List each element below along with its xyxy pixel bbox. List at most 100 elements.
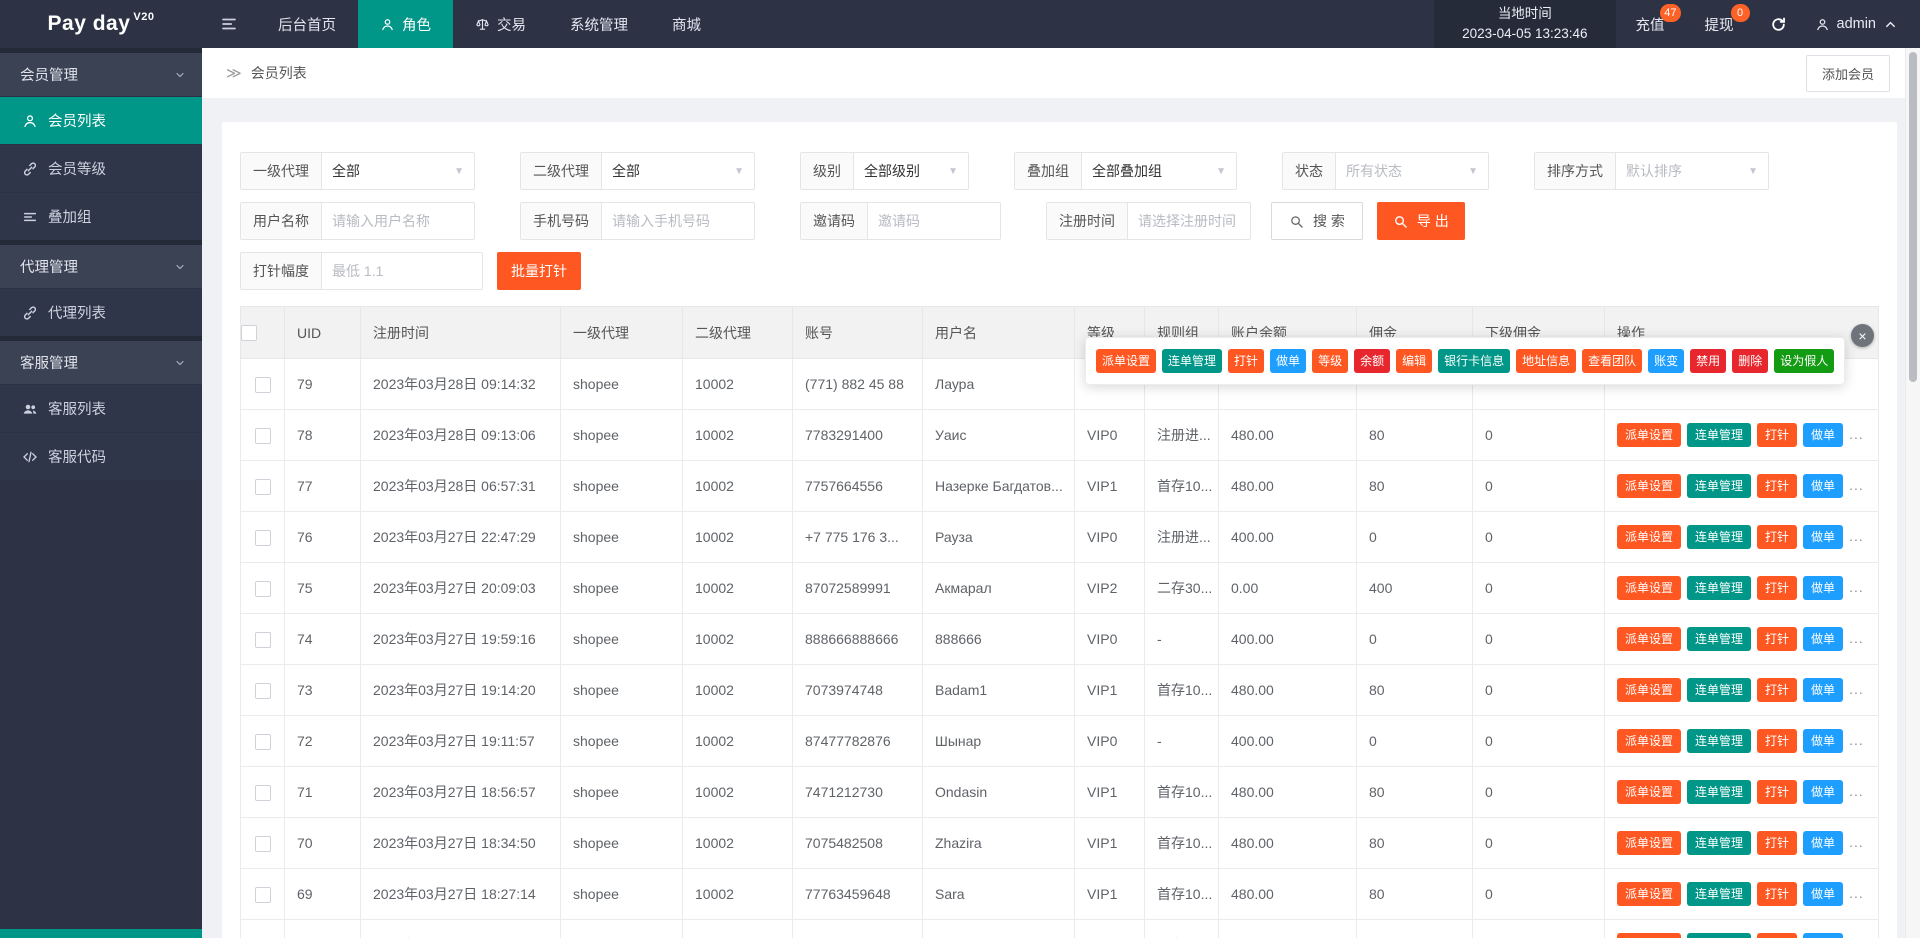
action-chain-orders-button[interactable]: 连单管理 [1687, 678, 1752, 702]
scrollbar-thumb[interactable] [1909, 52, 1917, 382]
action-dispatch-settings-button[interactable]: 派单设置 [1617, 678, 1682, 702]
action-chain-orders-button[interactable]: 连单管理 [1687, 474, 1752, 498]
action-make-order-button[interactable]: 做单 [1803, 627, 1844, 651]
phone-input[interactable] [602, 203, 754, 239]
sidebar-item-member-list[interactable]: 会员列表 [0, 96, 202, 144]
action-make-order-button[interactable]: 做单 [1803, 525, 1844, 549]
nav-item-home[interactable]: 后台首页 [256, 0, 358, 48]
action-make-order-button[interactable]: 做单 [1803, 474, 1844, 498]
sidebar-item-service-code[interactable]: 客服代码 [0, 432, 202, 480]
action-inject-button[interactable]: 打针 [1757, 474, 1798, 498]
popup-action-chain-orders-button[interactable]: 连单管理 [1162, 349, 1223, 373]
row-checkbox[interactable] [254, 835, 271, 852]
row-checkbox[interactable] [254, 682, 271, 699]
popup-action-inject-button[interactable]: 打针 [1228, 349, 1265, 373]
row-more-button[interactable]: ... [1849, 528, 1864, 544]
recharge-button[interactable]: 充值 47 [1616, 0, 1685, 48]
sidebar-collapse-button[interactable] [202, 0, 256, 48]
sidebar-item-agent-list[interactable]: 代理列表 [0, 288, 202, 336]
row-checkbox[interactable] [254, 529, 271, 546]
popup-action-view-team-button[interactable]: 查看团队 [1582, 349, 1643, 373]
action-dispatch-settings-button[interactable]: 派单设置 [1617, 933, 1682, 938]
row-more-button[interactable]: ... [1849, 477, 1864, 493]
action-chain-orders-button[interactable]: 连单管理 [1687, 729, 1752, 753]
popup-action-edit-button[interactable]: 编辑 [1396, 349, 1433, 373]
row-more-button[interactable]: ... [1849, 732, 1864, 748]
action-inject-button[interactable]: 打针 [1757, 831, 1798, 855]
row-more-button[interactable]: ... [1849, 885, 1864, 901]
search-button[interactable]: 搜 索 [1271, 202, 1363, 240]
nav-item-system[interactable]: 系统管理 [548, 0, 650, 48]
action-chain-orders-button[interactable]: 连单管理 [1687, 780, 1752, 804]
add-member-button[interactable]: 添加会员 [1805, 54, 1890, 92]
action-make-order-button[interactable]: 做单 [1803, 729, 1844, 753]
action-inject-button[interactable]: 打针 [1757, 729, 1798, 753]
batch-inject-button[interactable]: 批量打针 [497, 252, 581, 290]
sidebar-item-member-level[interactable]: 会员等级 [0, 144, 202, 192]
action-dispatch-settings-button[interactable]: 派单设置 [1617, 780, 1682, 804]
action-chain-orders-button[interactable]: 连单管理 [1687, 933, 1752, 938]
filter-status-select[interactable]: 所有状态 ▼ [1336, 153, 1488, 189]
export-button[interactable]: 导 出 [1376, 202, 1465, 240]
action-make-order-button[interactable]: 做单 [1803, 831, 1844, 855]
refresh-button[interactable] [1754, 0, 1803, 48]
action-chain-orders-button[interactable]: 连单管理 [1687, 576, 1752, 600]
filter-stack-group-select[interactable]: 全部叠加组 ▼ [1082, 153, 1236, 189]
row-checkbox[interactable] [254, 376, 271, 393]
action-dispatch-settings-button[interactable]: 派单设置 [1617, 474, 1682, 498]
action-inject-button[interactable]: 打针 [1757, 780, 1798, 804]
row-checkbox[interactable] [254, 427, 271, 444]
sidebar-item-service-list[interactable]: 客服列表 [0, 384, 202, 432]
action-chain-orders-button[interactable]: 连单管理 [1687, 831, 1752, 855]
action-make-order-button[interactable]: 做单 [1803, 423, 1844, 447]
filter-sort-select[interactable]: 默认排序 ▼ [1616, 153, 1768, 189]
select-all-checkbox[interactable] [241, 325, 257, 342]
action-dispatch-settings-button[interactable]: 派单设置 [1617, 831, 1682, 855]
action-make-order-button[interactable]: 做单 [1803, 882, 1844, 906]
row-more-button[interactable]: ... [1849, 579, 1864, 595]
action-dispatch-settings-button[interactable]: 派单设置 [1617, 576, 1682, 600]
popup-action-bank-card-info-button[interactable]: 银行卡信息 [1438, 349, 1511, 373]
action-chain-orders-button[interactable]: 连单管理 [1687, 882, 1752, 906]
popup-action-dispatch-settings-button[interactable]: 派单设置 [1096, 349, 1157, 373]
invite-code-input[interactable] [868, 203, 1000, 239]
username-input[interactable] [322, 203, 474, 239]
action-make-order-button[interactable]: 做单 [1803, 933, 1844, 938]
sidebar-group-agent-management[interactable]: 代理管理 [0, 240, 202, 288]
nav-item-mall[interactable]: 商城 [650, 0, 723, 48]
row-checkbox[interactable] [254, 631, 271, 648]
action-dispatch-settings-button[interactable]: 派单设置 [1617, 423, 1682, 447]
popup-action-make-order-button[interactable]: 做单 [1270, 349, 1307, 373]
filter-level-select[interactable]: 全部级别 ▼ [854, 153, 968, 189]
popup-action-balance-button[interactable]: 余额 [1354, 349, 1391, 373]
popup-action-disable-button[interactable]: 禁用 [1690, 349, 1727, 373]
action-inject-button[interactable]: 打针 [1757, 678, 1798, 702]
nav-item-role[interactable]: 角色 [358, 0, 453, 48]
action-make-order-button[interactable]: 做单 [1803, 678, 1844, 702]
popup-close-button[interactable]: × [1851, 324, 1874, 347]
popup-action-balance-log-button[interactable]: 账变 [1648, 349, 1685, 373]
popup-action-set-fake-button[interactable]: 设为假人 [1774, 349, 1835, 373]
sidebar-group-member-management[interactable]: 会员管理 [0, 48, 202, 96]
action-inject-button[interactable]: 打针 [1757, 933, 1798, 938]
action-inject-button[interactable]: 打针 [1757, 525, 1798, 549]
nav-item-trade[interactable]: 交易 [453, 0, 548, 48]
withdraw-button[interactable]: 提现 0 [1685, 0, 1754, 48]
row-more-button[interactable]: ... [1849, 426, 1864, 442]
action-dispatch-settings-button[interactable]: 派单设置 [1617, 627, 1682, 651]
row-checkbox[interactable] [254, 580, 271, 597]
action-dispatch-settings-button[interactable]: 派单设置 [1617, 729, 1682, 753]
sidebar-group-service-management[interactable]: 客服管理 [0, 336, 202, 384]
sidebar-item-stack-group[interactable]: 叠加组 [0, 192, 202, 240]
row-more-button[interactable]: ... [1849, 783, 1864, 799]
filter-agent2-select[interactable]: 全部 ▼ [602, 153, 754, 189]
action-inject-button[interactable]: 打针 [1757, 627, 1798, 651]
action-inject-button[interactable]: 打针 [1757, 882, 1798, 906]
row-checkbox[interactable] [254, 733, 271, 750]
popup-action-address-info-button[interactable]: 地址信息 [1516, 349, 1577, 373]
action-dispatch-settings-button[interactable]: 派单设置 [1617, 525, 1682, 549]
row-more-button[interactable]: ... [1849, 834, 1864, 850]
row-checkbox[interactable] [254, 478, 271, 495]
register-time-input[interactable] [1128, 203, 1250, 239]
action-chain-orders-button[interactable]: 连单管理 [1687, 627, 1752, 651]
